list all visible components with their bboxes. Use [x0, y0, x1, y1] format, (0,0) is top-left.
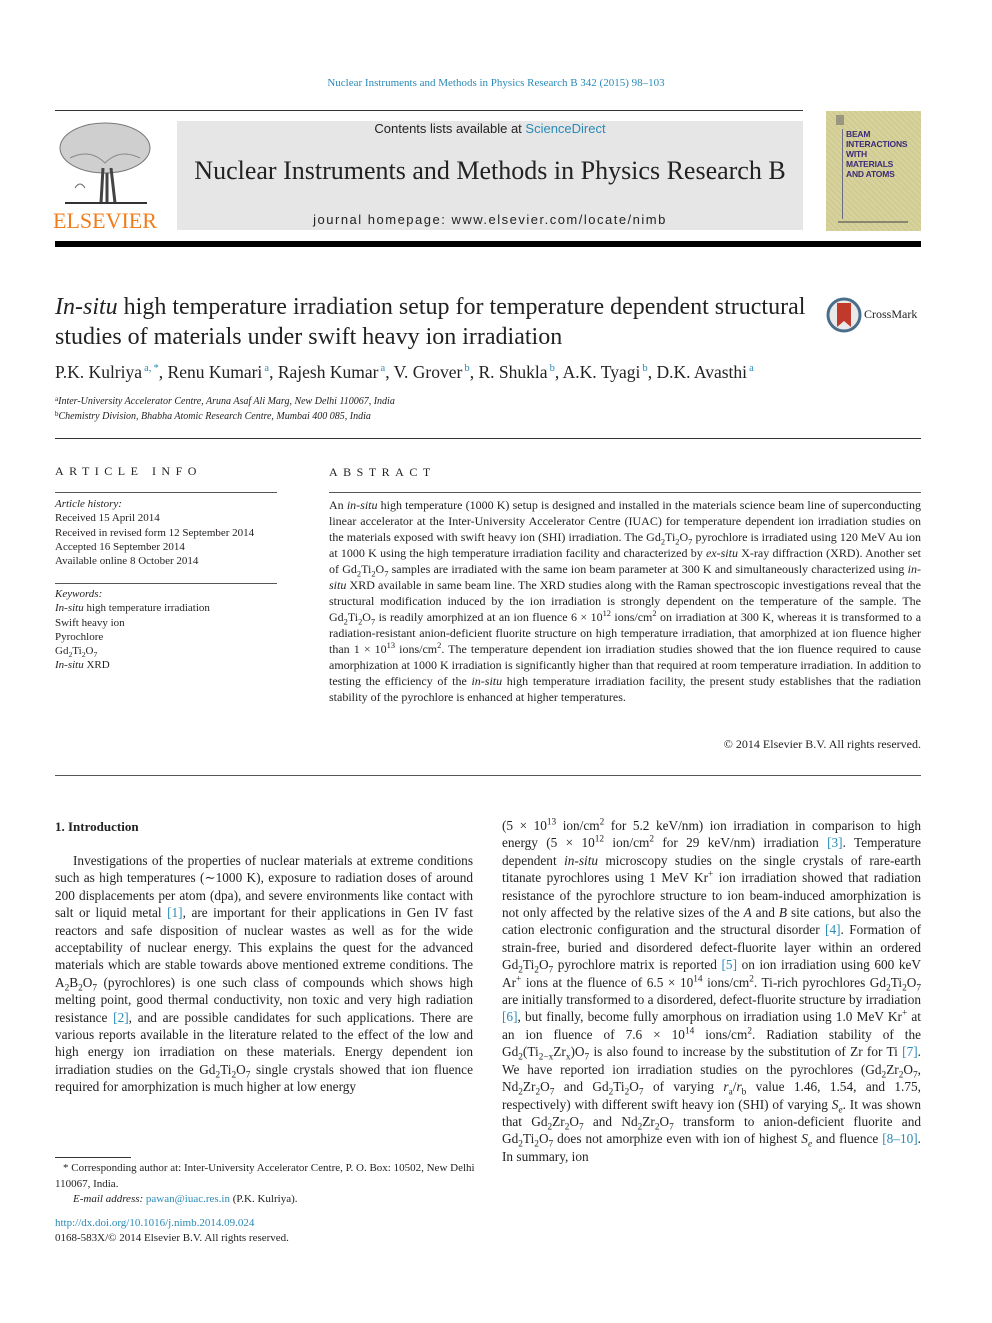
affiliation-line: aInter-University Accelerator Centre, Ar… — [55, 395, 395, 408]
cover-title: BEAM INTERACTIONS WITH MATERIALS AND ATOMS — [846, 129, 908, 179]
citation-link[interactable]: [5] — [722, 957, 738, 972]
contents-prefix: Contents lists available at — [374, 121, 526, 136]
article-title: In-situ high temperature irradiation set… — [55, 292, 815, 352]
journal-homepage[interactable]: journal homepage: www.elsevier.com/locat… — [177, 212, 803, 227]
abstract-copyright: © 2014 Elsevier B.V. All rights reserved… — [723, 737, 921, 751]
author-name[interactable]: V. Grover — [394, 362, 463, 382]
keyword-item: In-situ high temperature irradiation — [55, 602, 210, 615]
divider — [55, 775, 921, 776]
issn-copyright: 0168-583X/© 2014 Elsevier B.V. All right… — [55, 1232, 289, 1244]
email-owner: (P.K. Kulriya). — [229, 1193, 298, 1205]
author-affiliation-marker[interactable]: a — [378, 363, 386, 374]
cover-spine — [842, 129, 843, 219]
masthead-thick-divider — [55, 241, 921, 247]
keyword-item: Pyrochlore — [55, 630, 104, 643]
citation-link[interactable]: [8–10] — [882, 1131, 917, 1146]
intro-paragraph: Investigations of the properties of nucl… — [55, 853, 473, 1095]
intro-paragraph-continued: (5 × 1013 ion/cm2 for 5.2 keV/nm) ion ir… — [502, 817, 922, 1164]
cover-logo-icon — [836, 115, 844, 125]
journal-cover-image[interactable]: BEAM INTERACTIONS WITH MATERIALS AND ATOMS — [826, 111, 921, 231]
article-title-rest: high temperature irradiation setup for t… — [55, 294, 806, 350]
author-affiliation-marker[interactable]: a, * — [142, 363, 159, 374]
citation-link[interactable]: [6] — [502, 1009, 518, 1024]
author-affiliation-marker[interactable]: b — [547, 363, 555, 374]
divider — [55, 492, 277, 493]
keyword-item: In-situ XRD — [55, 659, 110, 672]
affiliations: aInter-University Accelerator Centre, Ar… — [55, 395, 655, 424]
author-name[interactable]: P.K. Kulriya — [55, 362, 142, 382]
author-list: P.K. Kulriya a, *, Renu Kumari a, Rajesh… — [55, 362, 754, 382]
article-title-italic: In-situ — [55, 294, 118, 320]
cover-title-line: MATERIALS — [846, 159, 894, 169]
history-item: Available online 8 October 2014 — [55, 555, 199, 568]
affiliation-key: b — [55, 409, 59, 418]
keyword-item: Gd2Ti2O7 — [55, 645, 98, 660]
keyword-item: Swift heavy ion — [55, 616, 125, 629]
elsevier-tree-icon — [59, 122, 151, 204]
crossmark-label: CrossMark — [864, 307, 918, 321]
history-item: Received 15 April 2014 — [55, 512, 160, 525]
divider — [329, 492, 921, 493]
article-info-heading: ARTICLE INFO — [55, 464, 202, 478]
keywords-label: Keywords: — [55, 588, 103, 600]
abstract-body: An in-situ high temperature (1000 K) set… — [329, 498, 922, 704]
body-column-right: (5 × 1013 ion/cm2 for 5.2 keV/nm) ion ir… — [502, 817, 921, 1165]
footnote: * Corresponding author at: Inter-Univers… — [55, 1161, 475, 1208]
history-item: Received in revised form 12 September 20… — [55, 526, 255, 539]
citation-link[interactable]: [4] — [825, 922, 841, 937]
author-name[interactable]: D.K. Avasthi — [656, 362, 747, 382]
author-affiliation-marker[interactable]: a — [262, 363, 269, 374]
cover-title-line: INTERACTIONS — [846, 139, 908, 149]
article-history: Article history: Received 15 April 2014 Re… — [55, 497, 285, 568]
citation-link[interactable]: [3] — [827, 835, 843, 850]
citation-link[interactable]: [7] — [902, 1044, 918, 1059]
sciencedirect-link[interactable]: ScienceDirect — [525, 121, 605, 136]
section-heading-introduction: 1. Introduction — [55, 819, 139, 834]
history-item: Accepted 16 September 2014 — [55, 540, 185, 553]
author-name[interactable]: A.K. Tyagi — [563, 362, 641, 382]
cover-footer — [838, 221, 908, 223]
divider — [55, 583, 277, 584]
author-name[interactable]: Rajesh Kumar — [278, 362, 379, 382]
affiliation-line: bChemistry Division, Bhabha Atomic Resea… — [55, 409, 371, 422]
email-line: E-mail address: pawan@iuac.res.in (P.K. … — [55, 1192, 475, 1208]
email-label: E-mail address: — [73, 1193, 146, 1205]
running-header[interactable]: Nuclear Instruments and Methods in Physi… — [0, 77, 992, 89]
citation-link[interactable]: [1] — [167, 905, 183, 920]
divider — [55, 438, 921, 439]
elsevier-logo[interactable]: ELSEVIER — [53, 118, 157, 236]
author-affiliation-marker[interactable]: a — [747, 363, 754, 374]
corresponding-author-note: * Corresponding author at: Inter-Univers… — [55, 1162, 475, 1190]
author-affiliation-marker[interactable]: b — [640, 363, 647, 374]
body-column-left: Investigations of the properties of nucl… — [55, 852, 473, 1096]
doi-link[interactable]: http://dx.doi.org/10.1016/j.nimb.2014.09… — [55, 1216, 475, 1231]
doi-block: http://dx.doi.org/10.1016/j.nimb.2014.09… — [55, 1216, 475, 1246]
footnote-divider — [55, 1157, 131, 1158]
article-history-label: Article history: — [55, 498, 122, 510]
keywords: Keywords: In-situ high temperature irradi… — [55, 587, 285, 673]
divider — [55, 110, 803, 111]
cover-title-line: WITH — [846, 149, 867, 159]
affiliation-key: a — [55, 395, 59, 403]
cover-title-line: BEAM — [846, 129, 871, 139]
email-link[interactable]: pawan@iuac.res.in — [146, 1193, 230, 1205]
citation-link[interactable]: [2] — [113, 1010, 129, 1025]
author-name[interactable]: Renu Kumari — [168, 362, 263, 382]
cover-title-line: AND ATOMS — [846, 169, 895, 179]
abstract-heading: ABSTRACT — [329, 465, 436, 479]
elsevier-wordmark: ELSEVIER — [53, 208, 157, 233]
contents-line: Contents lists available at ScienceDirec… — [177, 121, 803, 136]
author-affiliation-marker[interactable]: b — [462, 363, 469, 374]
author-name[interactable]: R. Shukla — [478, 362, 547, 382]
crossmark-button[interactable]: CrossMark — [826, 297, 926, 333]
journal-title: Nuclear Instruments and Methods in Physi… — [194, 156, 786, 185]
crossmark-icon — [826, 297, 862, 333]
